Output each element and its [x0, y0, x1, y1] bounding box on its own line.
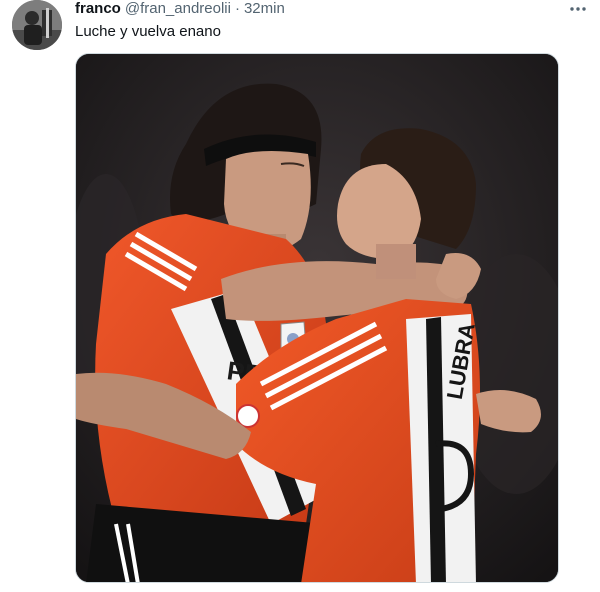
author-handle[interactable]: @fran_andreolii [125, 0, 231, 18]
photo-image: PET [76, 54, 558, 582]
avatar[interactable] [12, 0, 62, 50]
tweet[interactable]: franco @fran_andreolii · 32min Luche y v… [0, 0, 600, 592]
user-avatar-icon [12, 0, 62, 50]
separator-dot: · [234, 0, 240, 17]
tweet-text: Luche y vuelva enano [75, 23, 221, 40]
tweet-timestamp[interactable]: 32min [244, 0, 285, 18]
more-horizontal-icon [570, 7, 586, 11]
tweet-header: franco @fran_andreolii · 32min [75, 0, 285, 18]
author-display-name[interactable]: franco [75, 0, 121, 18]
tweet-media-photo[interactable]: PET [75, 53, 559, 583]
more-options-button[interactable] [566, 0, 590, 18]
